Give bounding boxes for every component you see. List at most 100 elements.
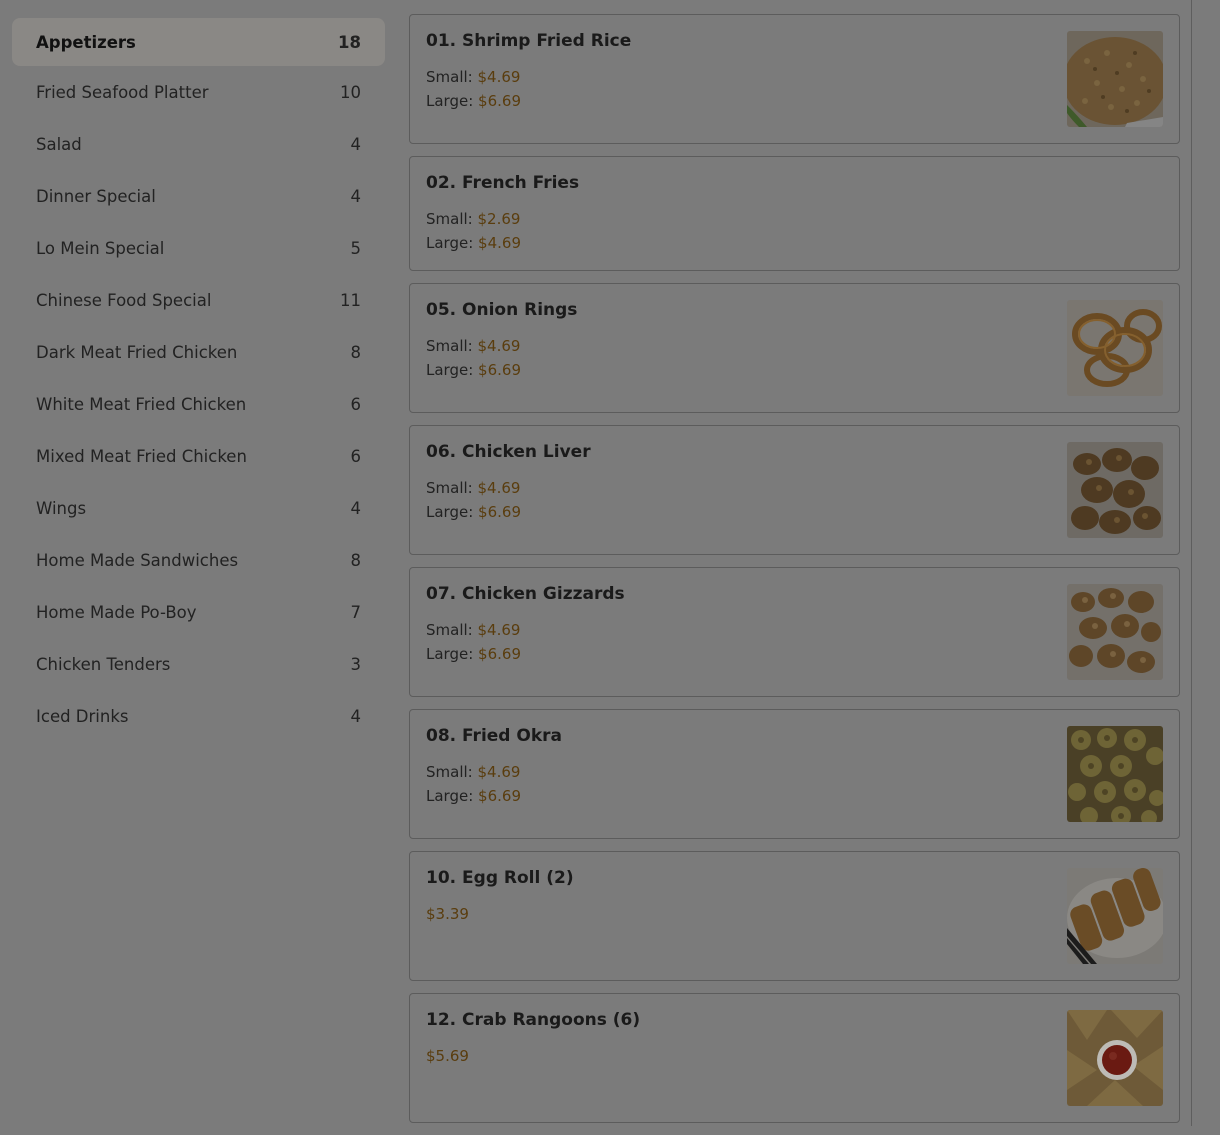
chicken-gizzards-photo[interactable]	[1067, 584, 1163, 680]
crab-rangoons-photo[interactable]	[1067, 1010, 1163, 1106]
category-label: Home Made Sandwiches	[36, 550, 239, 570]
price-amount: $4.69	[477, 68, 521, 86]
category-count: 10	[340, 82, 361, 102]
price-size-label: Small:	[426, 337, 473, 355]
price-amount: $4.69	[477, 337, 521, 355]
category-count: 4	[350, 498, 362, 518]
price-amount: $6.69	[478, 645, 521, 663]
category-count: 6	[350, 446, 362, 466]
price-amount: $6.69	[478, 92, 521, 110]
menu-item-name: 10. Egg Roll (2)	[426, 868, 574, 888]
category-label: Mixed Meat Fried Chicken	[36, 446, 247, 466]
category-mixed-meat-fried-chicken[interactable]: Mixed Meat Fried Chicken 6	[12, 430, 385, 482]
price-amount: $3.39	[426, 905, 469, 923]
category-label: Appetizers	[36, 32, 136, 52]
price-amount: $4.69	[477, 479, 521, 497]
category-fried-seafood-platter[interactable]: Fried Seafood Platter 10	[12, 66, 385, 118]
menu-item-card[interactable]: 12. Crab Rangoons (6) $5.69	[409, 993, 1180, 1123]
price-amount: $5.69	[426, 1047, 469, 1065]
menu-item-card[interactable]: 06. Chicken Liver Small: $4.69 Large: $6…	[409, 425, 1180, 555]
price-size-label: Large:	[426, 645, 474, 663]
category-appetizers[interactable]: Appetizers 18	[12, 18, 385, 66]
price-size-label: Small:	[426, 68, 473, 86]
category-count: 4	[350, 706, 362, 726]
menu-item-card[interactable]: 07. Chicken Gizzards Small: $4.69 Large:…	[409, 567, 1180, 697]
category-dinner-special[interactable]: Dinner Special 4	[12, 170, 385, 222]
menu-item-name: 05. Onion Rings	[426, 300, 578, 320]
category-count: 8	[350, 342, 362, 362]
category-lo-mein-special[interactable]: Lo Mein Special 5	[12, 222, 385, 274]
price-large: Large: $6.69	[426, 500, 1163, 524]
category-iced-drinks[interactable]: Iced Drinks 4	[12, 690, 385, 742]
price-size-label: Small:	[426, 479, 473, 497]
category-count: 5	[350, 238, 362, 258]
menu-item-card[interactable]: 01. Shrimp Fried Rice Small: $4.69 Large…	[409, 14, 1180, 144]
price-amount: $4.69	[478, 234, 521, 252]
category-chicken-tenders[interactable]: Chicken Tenders 3	[12, 638, 385, 690]
price-size-label: Large:	[426, 503, 474, 521]
price-amount: $2.69	[477, 210, 521, 228]
menu-item-name: 06. Chicken Liver	[426, 442, 591, 462]
category-count: 4	[350, 134, 362, 154]
price-amount: $4.69	[477, 621, 521, 639]
chicken-liver-photo[interactable]	[1067, 442, 1163, 538]
category-count: 3	[350, 654, 362, 674]
menu-item-list: 01. Shrimp Fried Rice Small: $4.69 Large…	[409, 14, 1180, 1135]
category-label: Wings	[36, 498, 87, 518]
price-small: Small: $4.69	[426, 476, 1163, 500]
category-label: Chicken Tenders	[36, 654, 171, 674]
category-count: 4	[350, 186, 362, 206]
price-size-label: Small:	[426, 210, 473, 228]
price-large: Large: $6.69	[426, 89, 1163, 113]
category-label: Lo Mein Special	[36, 238, 165, 258]
fried-okra-photo[interactable]	[1067, 726, 1163, 822]
egg-roll-photo[interactable]	[1067, 868, 1163, 964]
category-label: Salad	[36, 134, 82, 154]
category-label: Dark Meat Fried Chicken	[36, 342, 238, 362]
price-small: Small: $2.69	[426, 207, 1163, 231]
onion-rings-photo[interactable]	[1067, 300, 1163, 396]
category-count: 6	[350, 394, 362, 414]
category-sidebar: Appetizers 18 Fried Seafood Platter 10 S…	[12, 18, 385, 742]
menu-item-card[interactable]: 08. Fried Okra Small: $4.69 Large: $6.69	[409, 709, 1180, 839]
price-amount: $6.69	[478, 361, 521, 379]
price-size-label: Small:	[426, 763, 473, 781]
price-amount: $6.69	[478, 787, 521, 805]
category-wings[interactable]: Wings 4	[12, 482, 385, 534]
category-dark-meat-fried-chicken[interactable]: Dark Meat Fried Chicken 8	[12, 326, 385, 378]
menu-item-card[interactable]: 05. Onion Rings Small: $4.69 Large: $6.6…	[409, 283, 1180, 413]
price-size-label: Large:	[426, 361, 474, 379]
menu-item-name: 12. Crab Rangoons (6)	[426, 1010, 641, 1030]
price-large: Large: $6.69	[426, 358, 1163, 382]
category-label: Fried Seafood Platter	[36, 82, 209, 102]
price-amount: $6.69	[478, 503, 521, 521]
category-label: Home Made Po-Boy	[36, 602, 197, 622]
shrimp-fried-rice-photo[interactable]	[1067, 31, 1163, 127]
menu-item-name: 07. Chicken Gizzards	[426, 584, 625, 604]
category-white-meat-fried-chicken[interactable]: White Meat Fried Chicken 6	[12, 378, 385, 430]
price-size-label: Large:	[426, 234, 474, 252]
price-small: Small: $4.69	[426, 65, 1163, 89]
price-amount: $4.69	[477, 763, 521, 781]
menu-item-name: 02. French Fries	[426, 173, 580, 193]
scroll-divider	[1191, 0, 1192, 1126]
category-label: Chinese Food Special	[36, 290, 212, 310]
category-label: White Meat Fried Chicken	[36, 394, 247, 414]
category-label: Dinner Special	[36, 186, 156, 206]
price-small: Small: $4.69	[426, 618, 1163, 642]
category-chinese-food-special[interactable]: Chinese Food Special 11	[12, 274, 385, 326]
price-large: Large: $6.69	[426, 642, 1163, 666]
category-home-made-po-boy[interactable]: Home Made Po-Boy 7	[12, 586, 385, 638]
menu-item-card[interactable]: 10. Egg Roll (2) $3.39	[409, 851, 1180, 981]
price-large: Large: $6.69	[426, 784, 1163, 808]
category-count: 8	[350, 550, 362, 570]
price-large: Large: $4.69	[426, 231, 1163, 255]
category-count: 11	[340, 290, 361, 310]
category-home-made-sandwiches[interactable]: Home Made Sandwiches 8	[12, 534, 385, 586]
category-salad[interactable]: Salad 4	[12, 118, 385, 170]
category-count: 18	[338, 32, 361, 52]
category-label: Iced Drinks	[36, 706, 129, 726]
menu-item-name: 01. Shrimp Fried Rice	[426, 31, 632, 51]
menu-item-card[interactable]: 02. French Fries Small: $2.69 Large: $4.…	[409, 156, 1180, 271]
price-size-label: Large:	[426, 787, 474, 805]
